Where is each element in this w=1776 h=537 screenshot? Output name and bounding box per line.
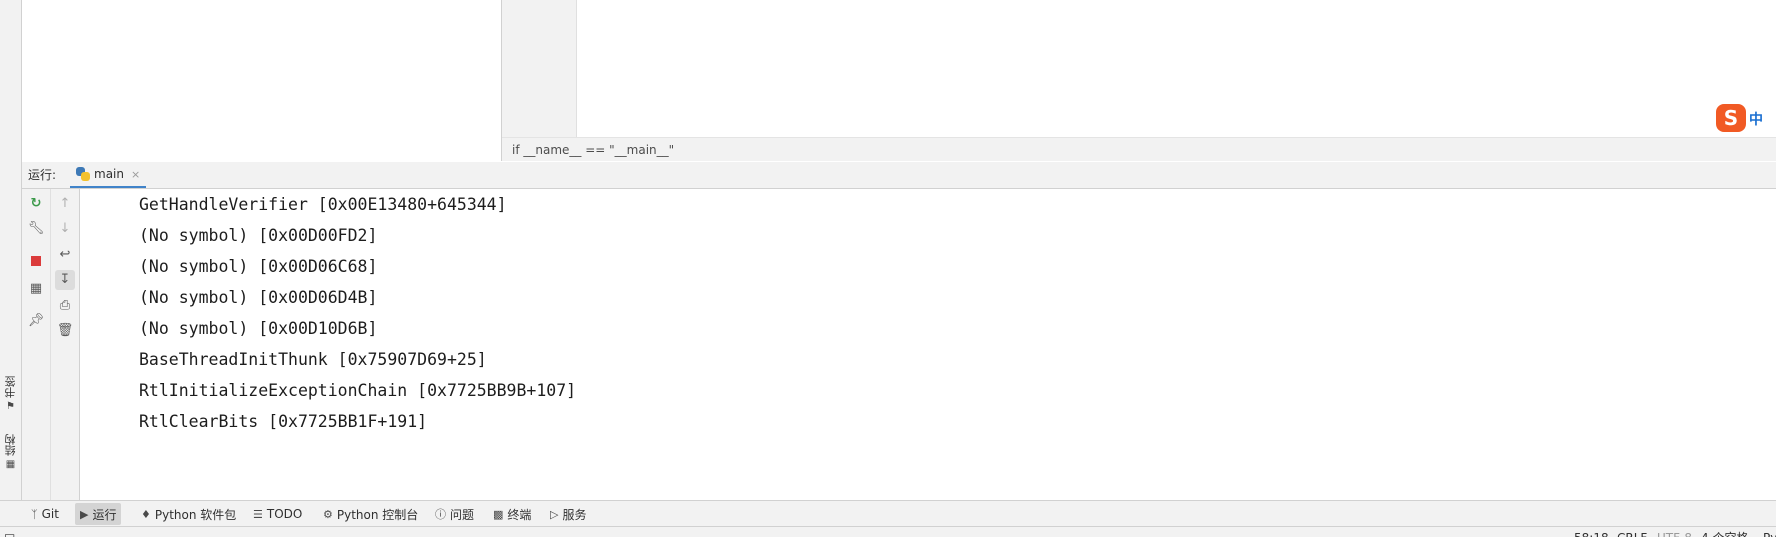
editor-breadcrumb[interactable]: if __name__ == "__main__" <box>502 137 1776 161</box>
tab-todo[interactable]: ☰ TODO <box>248 503 307 525</box>
left-tool-strip: 书签 ⚑ 结构 ▦ <box>0 0 22 500</box>
pin-icon: 📌︎ <box>27 313 45 328</box>
ime-mode: 中 <box>1749 112 1763 128</box>
run-tab-main[interactable]: main × <box>70 162 147 188</box>
git-branch-icon: ᛉ <box>31 507 38 521</box>
soft-wrap-icon: ↩ <box>59 247 71 262</box>
bookmark-icon: ⚑ <box>6 401 15 412</box>
console-line: (No symbol) [0x00D10D6B] <box>139 319 378 338</box>
layout-icon: ▦ <box>29 281 43 296</box>
run-panel-label: 运行: <box>28 168 57 182</box>
editor-gutter <box>502 0 577 137</box>
ime-logo-icon: S <box>1716 104 1746 132</box>
stop-button[interactable] <box>26 251 46 271</box>
services-icon: ▷ <box>550 507 559 521</box>
structure-label: 结构 <box>3 434 17 456</box>
info-icon: ⓘ <box>435 508 446 521</box>
layout-button[interactable]: ▦ <box>26 279 46 299</box>
python-icon <box>76 167 90 181</box>
structure-tab[interactable]: 结构 ▦ <box>2 434 19 470</box>
scroll-to-end-button[interactable]: ↧ <box>55 270 75 290</box>
packages-icon: ♦ <box>141 507 151 521</box>
tab-services[interactable]: ▷ 服务 <box>545 503 591 525</box>
tool-window-bar: ᛉ Git ▶ 运行 ♦ Python 软件包 ☰ TODO ⚙ Python … <box>0 500 1776 527</box>
arrow-up-icon: ↑ <box>59 196 71 211</box>
print-icon: ⎙ <box>59 298 71 313</box>
console-line: RtlInitializeExceptionChain [0x7725BB9B+… <box>139 381 577 400</box>
console-line: (No symbol) [0x00D00FD2] <box>139 226 378 245</box>
run-toolbar-primary: ↻ 🔧︎ ▦ 📌︎ <box>22 189 51 500</box>
up-stack-button[interactable]: ↑ <box>55 194 75 214</box>
python-console-icon: ⚙ <box>323 507 333 521</box>
clear-all-button[interactable]: 🗑︎ <box>55 321 75 341</box>
tab-problems-label: 问题 <box>450 507 475 522</box>
pin-tab-button[interactable]: 📌︎ <box>26 311 46 331</box>
console-line: (No symbol) [0x00D06C68] <box>139 257 378 276</box>
tab-python-packages-label: Python 软件包 <box>154 507 237 522</box>
tab-python-console-label: Python 控制台 <box>336 507 419 522</box>
bookmarks-label: 书签 <box>3 376 17 398</box>
rerun-button[interactable]: ↻ <box>26 194 46 214</box>
console-line: BaseThreadInitThunk [0x75907D69+25] <box>139 350 487 369</box>
code-editor[interactable] <box>577 0 1776 137</box>
status-bar: □ 58:18 CRLF UTF-8 4 个空格 Py <box>0 526 1776 537</box>
tab-python-packages[interactable]: ♦ Python 软件包 <box>136 503 241 525</box>
tab-services-label: 服务 <box>562 507 587 522</box>
print-button[interactable]: ⎙ <box>55 296 75 316</box>
console-output[interactable]: GetHandleVerifier [0x00E13480+645344] (N… <box>80 189 1776 500</box>
tab-problems[interactable]: ⓘ 问题 <box>430 503 479 525</box>
arrow-down-icon: ↓ <box>59 221 71 236</box>
console-line: GetHandleVerifier [0x00E13480+645344] <box>139 195 507 214</box>
terminal-icon: ▩ <box>493 507 504 521</box>
modify-run-config-button[interactable]: 🔧︎ <box>26 219 46 239</box>
tab-terminal-label: 终端 <box>507 507 532 522</box>
run-toolbar-secondary: ↑ ↓ ↩ ↧ ⎙ 🗑︎ <box>51 189 80 500</box>
tab-git-label: Git <box>41 507 59 521</box>
run-tab-label: main <box>94 167 124 181</box>
scroll-to-end-icon: ↧ <box>59 272 71 287</box>
trash-icon: 🗑︎ <box>56 323 74 338</box>
wrench-icon: 🔧︎ <box>27 221 45 236</box>
run-panel-header: 运行: main × <box>22 162 1776 189</box>
structure-icon: ▦ <box>5 459 16 470</box>
down-stack-button[interactable]: ↓ <box>55 219 75 239</box>
close-icon[interactable]: × <box>131 168 140 181</box>
tab-git[interactable]: ᛉ Git <box>26 503 64 525</box>
rerun-icon: ↻ <box>30 196 42 211</box>
tab-run-label: 运行 <box>92 507 117 522</box>
ime-indicator[interactable]: S 中 <box>1716 104 1776 132</box>
run-icon: ▶ <box>80 507 89 521</box>
project-panel <box>22 0 502 161</box>
tab-python-console[interactable]: ⚙ Python 控制台 <box>318 503 423 525</box>
stop-icon <box>31 255 41 266</box>
list-icon: ☰ <box>253 507 263 521</box>
soft-wrap-button[interactable]: ↩ <box>55 245 75 265</box>
console-line: RtlClearBits [0x7725BB1F+191] <box>139 412 428 431</box>
tab-terminal[interactable]: ▩ 终端 <box>488 503 536 525</box>
tab-run[interactable]: ▶ 运行 <box>75 503 122 525</box>
console-line: (No symbol) [0x00D06D4B] <box>139 288 378 307</box>
tab-todo-label: TODO <box>266 507 303 521</box>
bookmarks-tab[interactable]: 书签 ⚑ <box>2 376 19 412</box>
